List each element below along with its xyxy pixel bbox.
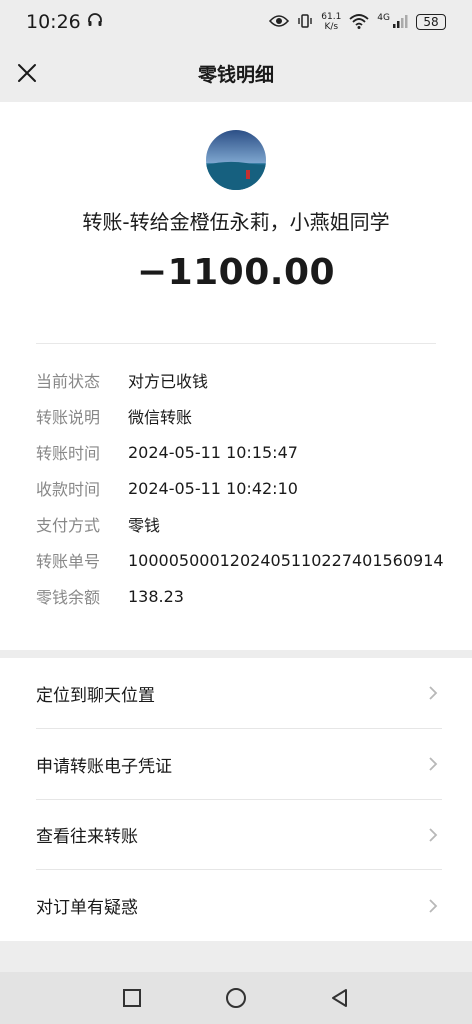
detail-label: 转账时间: [36, 444, 101, 463]
transfer-amount: −1100.00: [136, 252, 336, 293]
detail-value: 微信转账: [128, 408, 193, 427]
detail-list: 当前状态 对方已收钱 转账说明 微信转账 转账时间 2024-05-11 10:…: [36, 362, 446, 614]
headphones-icon: [87, 11, 103, 33]
net-speed-unit: K/s: [324, 22, 339, 32]
detail-value: 零钱: [128, 516, 161, 535]
square-recents-icon[interactable]: [112, 978, 152, 1018]
actions-card: 定位到聊天位置 申请转账电子凭证 查看往来转账 对订单有疑惑: [0, 658, 472, 941]
status-bar-right: 61.1 K/s 4G 58: [269, 12, 446, 32]
action-label: 对订单有疑惑: [36, 898, 138, 919]
detail-row-balance: 零钱余额 138.23: [36, 578, 446, 614]
status-time: 10:26: [26, 11, 81, 33]
detail-value: 对方已收钱: [128, 372, 209, 391]
detail-row-payment-method: 支付方式 零钱: [36, 506, 446, 542]
divider: [36, 343, 436, 344]
circle-home-icon[interactable]: [216, 978, 256, 1018]
wifi-icon: [349, 13, 369, 32]
system-nav-bar: [0, 972, 472, 1024]
eye-icon: [269, 14, 290, 31]
locate-chat-button[interactable]: 定位到聊天位置: [0, 658, 472, 729]
detail-label: 零钱余额: [36, 588, 101, 607]
action-label: 查看往来转账: [36, 827, 138, 848]
action-label: 定位到聊天位置: [36, 685, 155, 706]
detail-value: 2024-05-11 10:15:47: [128, 442, 298, 462]
vibrate-icon: [297, 13, 313, 32]
detail-value: 100005000120240511022740​1560914: [128, 550, 444, 570]
detail-row-order-number: 转账单号 100005000120240511022740​1560914: [36, 542, 446, 578]
detail-label: 收款时间: [36, 480, 101, 499]
order-question-button[interactable]: 对订单有疑惑: [0, 870, 472, 941]
detail-row-note: 转账说明 微信转账: [36, 398, 446, 434]
nav-bar: 零钱明细: [0, 44, 472, 102]
close-icon[interactable]: [10, 56, 44, 90]
chevron-right-icon: [428, 685, 438, 706]
net-speed: 61.1 K/s: [321, 12, 341, 32]
detail-label: 转账单号: [36, 552, 101, 571]
detail-row-receive-time: 收款时间 2024-05-11 10:42:10: [36, 470, 446, 506]
detail-label: 支付方式: [36, 516, 101, 535]
avatar[interactable]: [206, 130, 266, 190]
detail-value: 2024-05-11 10:42:10: [128, 478, 298, 498]
triangle-back-icon[interactable]: [320, 978, 360, 1018]
status-bar: 10:26 61.1 K/s 4G 58: [0, 0, 472, 44]
status-bar-left: 10:26: [26, 11, 103, 33]
chevron-right-icon: [428, 898, 438, 919]
chevron-right-icon: [428, 827, 438, 848]
detail-label: 转账说明: [36, 408, 101, 427]
detail-label: 当前状态: [36, 372, 101, 391]
battery-indicator: 58: [416, 14, 446, 30]
transfer-title: 转账-转给金橙伍永莉，小燕姐同学: [82, 210, 390, 234]
chevron-right-icon: [428, 756, 438, 777]
signal-icon: [392, 13, 408, 32]
detail-row-transfer-time: 转账时间 2024-05-11 10:15:47: [36, 434, 446, 470]
view-transfers-button[interactable]: 查看往来转账: [0, 800, 472, 871]
detail-row-status: 当前状态 对方已收钱: [36, 362, 446, 398]
detail-value: 138.23: [128, 586, 184, 606]
net-speed-value: 61.1: [321, 12, 342, 22]
transaction-card: 转账-转给金橙伍永莉，小燕姐同学 −1100.00 当前状态 对方已收钱 转账说…: [0, 102, 472, 650]
network-type: 4G: [377, 13, 390, 23]
action-label: 申请转账电子凭证: [36, 756, 172, 777]
apply-voucher-button[interactable]: 申请转账电子凭证: [0, 729, 472, 800]
page-title: 零钱明细: [197, 63, 274, 86]
